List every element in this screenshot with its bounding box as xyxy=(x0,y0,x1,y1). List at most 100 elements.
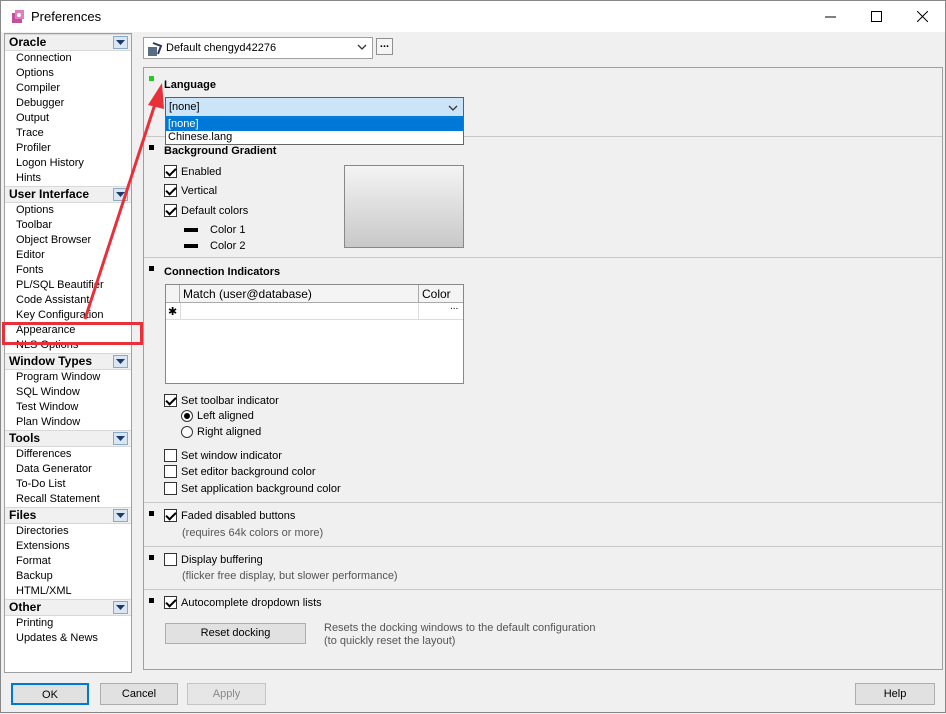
highlight-box xyxy=(2,322,143,345)
language-value: [none] xyxy=(169,101,200,113)
close-button[interactable] xyxy=(899,1,945,32)
sidebar-item[interactable]: Logon History xyxy=(5,156,131,171)
match-column-header: Match (user@database) xyxy=(183,287,312,301)
sidebar-item[interactable]: Extensions xyxy=(5,539,131,554)
section-marker xyxy=(149,511,154,516)
sidebar-item[interactable]: Code Assistant xyxy=(5,293,131,308)
sidebar-item[interactable]: Format xyxy=(5,554,131,569)
app-bg-checkbox[interactable]: Set application background color xyxy=(164,482,341,495)
sidebar-item[interactable]: To-Do List xyxy=(5,477,131,492)
sidebar-group-header[interactable]: Other xyxy=(5,599,131,616)
window-indicator-checkbox[interactable]: Set window indicator xyxy=(164,449,282,462)
sidebar-item[interactable]: Fonts xyxy=(5,263,131,278)
color1-label: Color 1 xyxy=(210,224,246,236)
sidebar-item[interactable]: SQL Window xyxy=(5,385,131,400)
default-colors-checkbox[interactable]: Default colors xyxy=(164,204,248,217)
sidebar-item[interactable]: Output xyxy=(5,111,131,126)
buffering-section: Display buffering (flicker free display,… xyxy=(144,547,942,590)
sidebar-item[interactable]: Options xyxy=(5,203,131,218)
editor-bg-checkbox[interactable]: Set editor background color xyxy=(164,465,316,478)
buffering-label: Display buffering xyxy=(181,553,263,566)
ok-button[interactable]: OK xyxy=(11,683,89,705)
faded-checkbox[interactable]: Faded disabled buttons xyxy=(164,509,295,522)
sidebar-item[interactable]: Hints xyxy=(5,171,131,186)
chevron-down-icon[interactable] xyxy=(113,509,128,522)
sidebar-item[interactable]: Test Window xyxy=(5,400,131,415)
sidebar-item[interactable]: Trace xyxy=(5,126,131,141)
section-marker xyxy=(149,555,154,560)
app-icon xyxy=(12,10,24,23)
connection-grid[interactable]: Match (user@database) Color ✱ ... xyxy=(165,284,464,384)
reset-docking-button[interactable]: Reset docking xyxy=(165,623,306,644)
sidebar-item[interactable]: Connection xyxy=(5,51,131,66)
sidebar-item[interactable]: Compiler xyxy=(5,81,131,96)
enabled-checkbox[interactable]: Enabled xyxy=(164,165,221,178)
apply-button[interactable]: Apply xyxy=(187,683,266,705)
gradient-section: Background Gradient Enabled Vertical Def… xyxy=(144,137,942,258)
language-section: Language [none] [none] Chinese.lang xyxy=(144,68,942,145)
color1-picker[interactable]: Color 1 xyxy=(184,224,245,236)
sidebar-group-header[interactable]: Files xyxy=(5,507,131,524)
profile-select[interactable]: Default chengyd42276 xyxy=(143,37,373,59)
sidebar-item[interactable]: Updates & News xyxy=(5,631,131,646)
sidebar-item[interactable]: Directories xyxy=(5,524,131,539)
toolbar-indicator-checkbox[interactable]: Set toolbar indicator xyxy=(164,394,279,407)
left-aligned-label: Left aligned xyxy=(197,410,254,422)
sidebar-item[interactable]: Recall Statement xyxy=(5,492,131,507)
window-indicator-label: Set window indicator xyxy=(181,449,282,462)
autocomplete-section: Autocomplete dropdown lists Reset dockin… xyxy=(144,590,942,670)
sidebar-item[interactable]: Profiler xyxy=(5,141,131,156)
left-aligned-radio[interactable]: Left aligned xyxy=(181,410,254,422)
sidebar-group-header[interactable]: Window Types xyxy=(5,353,131,370)
faded-note: (requires 64k colors or more) xyxy=(182,527,324,539)
title-bar: Preferences xyxy=(1,1,945,32)
vertical-label: Vertical xyxy=(181,184,218,197)
cancel-button[interactable]: Cancel xyxy=(100,683,178,705)
minimize-button[interactable] xyxy=(807,1,853,32)
chevron-down-icon xyxy=(448,105,458,111)
vertical-checkbox[interactable]: Vertical xyxy=(164,184,217,197)
grid-header: Match (user@database) Color xyxy=(166,285,463,303)
reset-note-1: Resets the docking windows to the defaul… xyxy=(324,622,596,634)
editor-bg-label: Set editor background color xyxy=(181,465,316,478)
maximize-button[interactable] xyxy=(853,1,899,32)
autocomplete-checkbox[interactable]: Autocomplete dropdown lists xyxy=(164,596,322,609)
language-option[interactable]: [none] xyxy=(166,118,463,131)
connection-indicators-section: Connection Indicators Match (user@databa… xyxy=(144,258,942,503)
sidebar-item[interactable]: Editor xyxy=(5,248,131,263)
sidebar-group-header[interactable]: Tools xyxy=(5,430,131,447)
right-aligned-radio[interactable]: Right aligned xyxy=(181,426,261,438)
sidebar-group-header[interactable]: Oracle xyxy=(5,34,131,51)
language-option[interactable]: Chinese.lang xyxy=(166,131,463,144)
sidebar-item[interactable]: Differences xyxy=(5,447,131,462)
sidebar-item[interactable]: Toolbar xyxy=(5,218,131,233)
color2-picker[interactable]: Color 2 xyxy=(184,240,245,252)
sidebar-item[interactable]: Program Window xyxy=(5,370,131,385)
buffering-checkbox[interactable]: Display buffering xyxy=(164,553,263,566)
sidebar-item[interactable]: Printing xyxy=(5,616,131,631)
sidebar-item[interactable]: PL/SQL Beautifier xyxy=(5,278,131,293)
grid-row[interactable]: ✱ ... xyxy=(166,301,463,320)
language-select[interactable]: [none] xyxy=(165,97,464,117)
chevron-down-icon[interactable] xyxy=(113,601,128,614)
chevron-down-icon[interactable] xyxy=(113,36,128,49)
profile-options-button[interactable]: ... xyxy=(376,38,393,55)
sidebar-item[interactable]: Object Browser xyxy=(5,233,131,248)
gradient-preview xyxy=(344,165,464,248)
sidebar-item[interactable]: Key Configuration xyxy=(5,308,131,323)
sidebar-group-header[interactable]: User Interface xyxy=(5,186,131,203)
sidebar-item[interactable]: Data Generator xyxy=(5,462,131,477)
chevron-down-icon[interactable] xyxy=(113,432,128,445)
category-sidebar: Oracle Connection Options Compiler Debugger O… xyxy=(4,33,132,673)
help-button[interactable]: Help xyxy=(855,683,935,705)
sidebar-item[interactable]: HTML/XML xyxy=(5,584,131,599)
sidebar-item[interactable]: Debugger xyxy=(5,96,131,111)
gradient-title: Background Gradient xyxy=(164,145,277,157)
sidebar-item[interactable]: Options xyxy=(5,66,131,81)
sidebar-item[interactable]: Backup xyxy=(5,569,131,584)
color-dots-button[interactable]: ... xyxy=(450,301,458,312)
sidebar-item[interactable]: Plan Window xyxy=(5,415,131,430)
chevron-down-icon[interactable] xyxy=(113,355,128,368)
faded-label: Faded disabled buttons xyxy=(181,509,296,522)
chevron-down-icon[interactable] xyxy=(113,188,128,201)
